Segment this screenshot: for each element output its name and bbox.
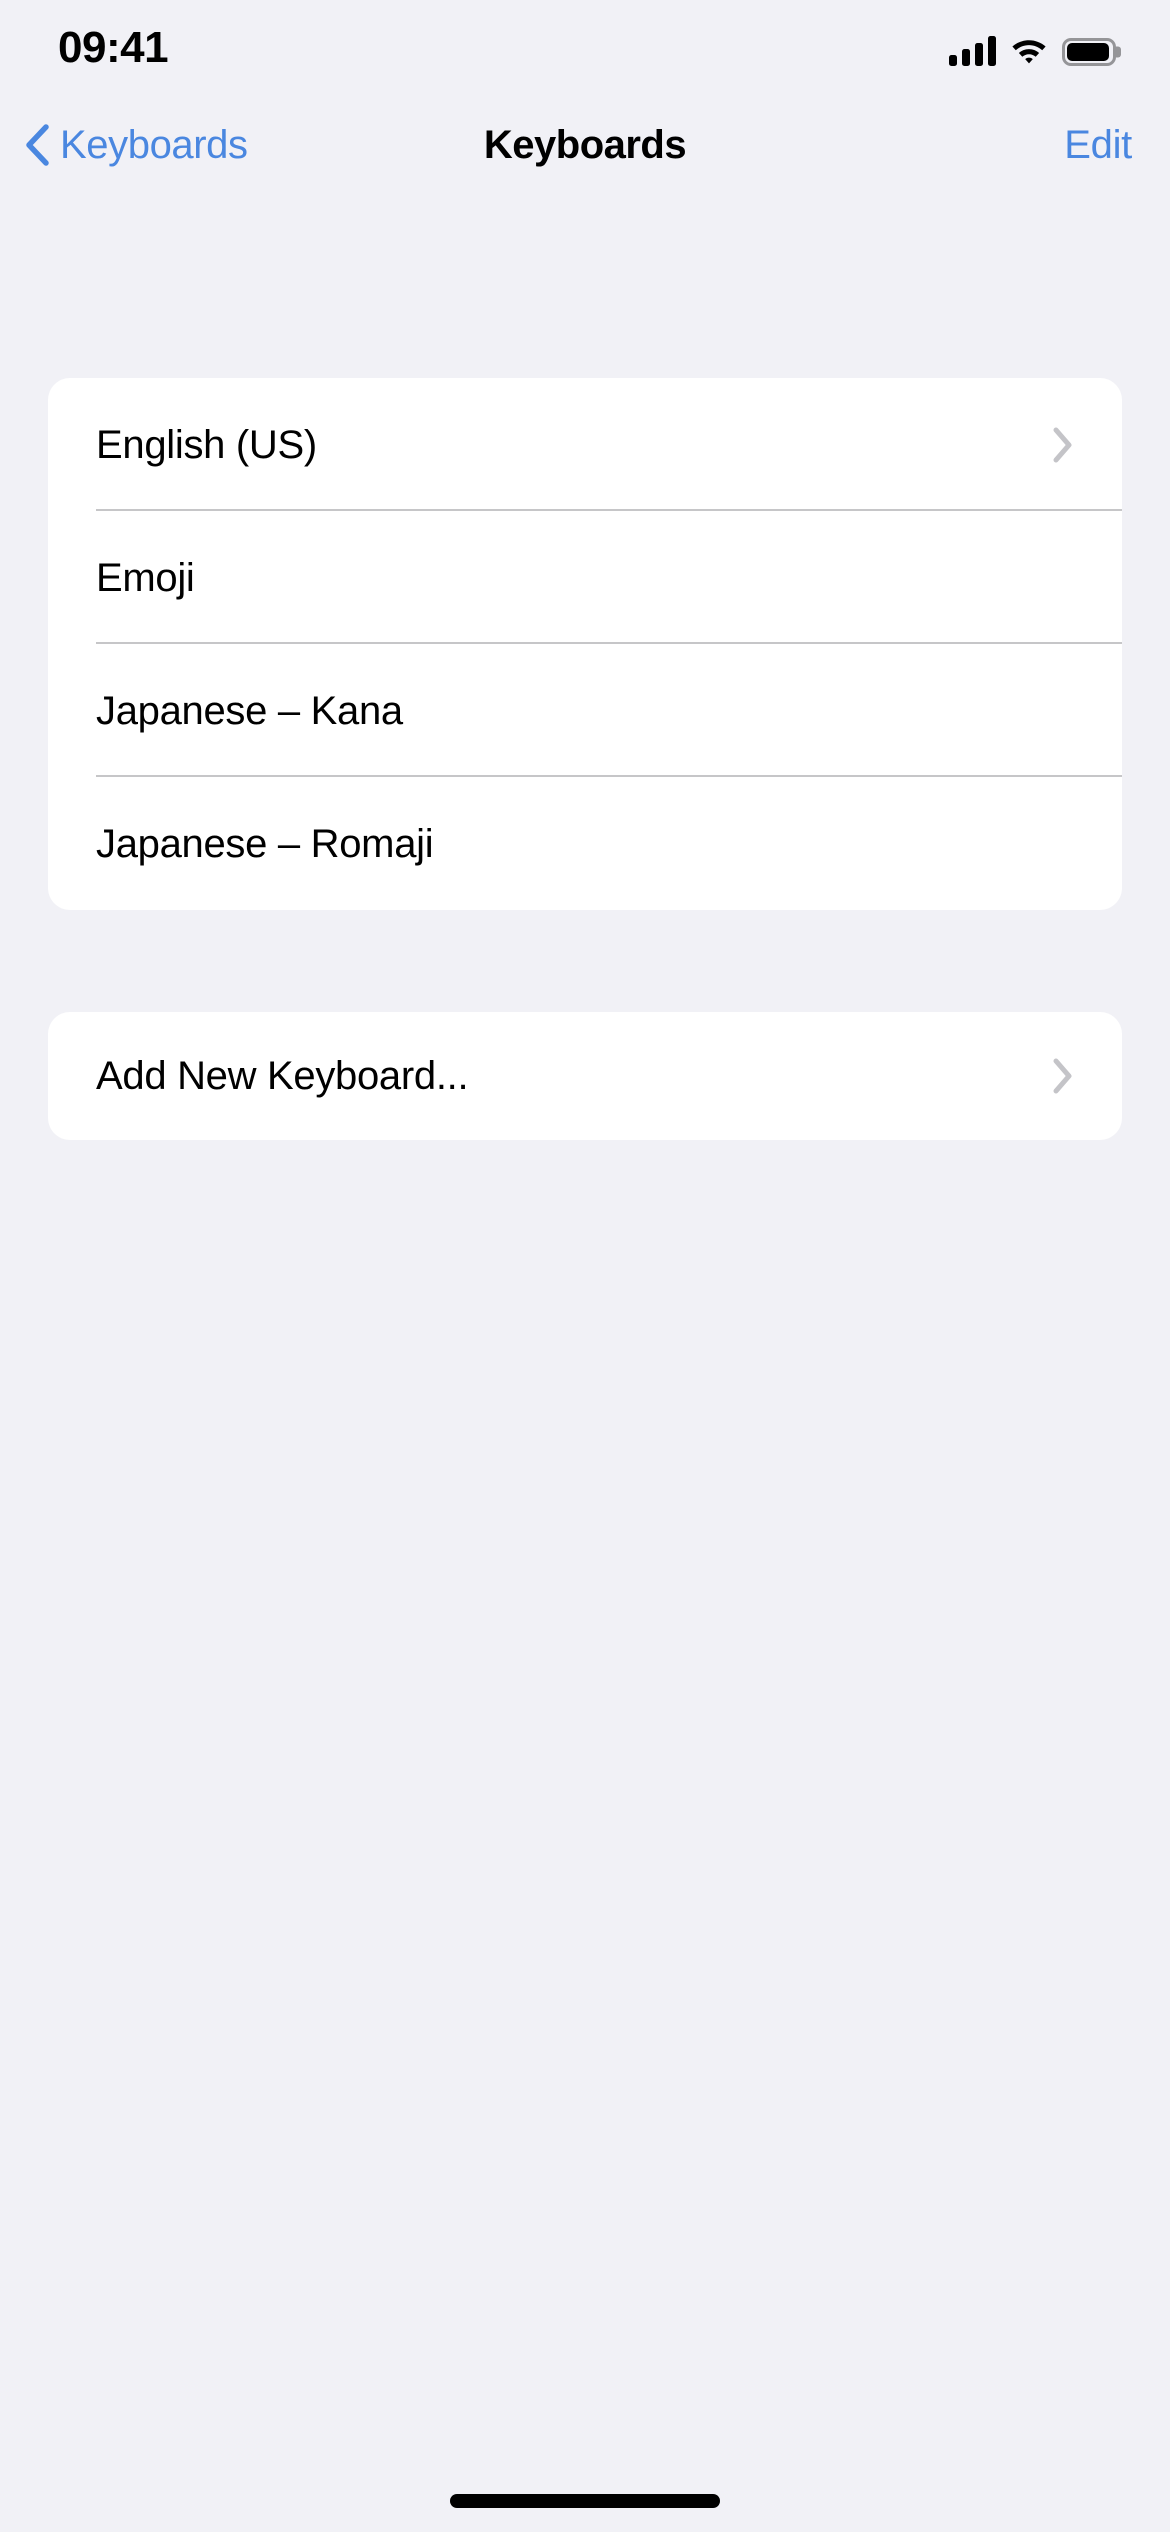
battery-fill <box>1067 43 1109 61</box>
list-item-label: Japanese – Romaji <box>96 821 434 866</box>
list-item-label: Emoji <box>96 555 195 600</box>
list-item-japanese-romaji[interactable]: Japanese – Romaji <box>48 777 1122 910</box>
wifi-icon <box>1010 36 1048 66</box>
chevron-right-icon <box>1052 1057 1086 1095</box>
navigation-bar: Keyboards Keyboards Edit <box>0 100 1170 190</box>
list-item-label: English (US) <box>96 422 317 467</box>
page-title: Keyboards <box>483 122 687 167</box>
list-item-label: Japanese – Kana <box>96 688 403 733</box>
edit-button[interactable]: Edit <box>1064 100 1132 190</box>
home-indicator[interactable] <box>450 2494 720 2508</box>
list-item-emoji[interactable]: Emoji <box>48 511 1122 644</box>
list-item-label: Add New Keyboard... <box>96 1054 469 1098</box>
keyboards-list-card: English (US) Emoji Japanese – Kana Japan… <box>48 378 1122 910</box>
status-bar: 09:41 <box>0 0 1170 100</box>
status-bar-icons <box>949 32 1116 66</box>
list-item-add-new-keyboard[interactable]: Add New Keyboard... <box>48 1012 1122 1140</box>
battery-icon <box>1062 38 1116 66</box>
cellular-signal-icon <box>949 36 996 66</box>
add-keyboard-card: Add New Keyboard... <box>48 1012 1122 1140</box>
list-item-japanese-kana[interactable]: Japanese – Kana <box>48 644 1122 777</box>
chevron-right-icon <box>1052 426 1086 464</box>
list-item-english-us[interactable]: English (US) <box>48 378 1122 511</box>
iphone-screen: 09:41 Keyboards Keyboards Edit English (… <box>0 0 1170 2532</box>
status-bar-time: 09:41 <box>58 23 169 72</box>
